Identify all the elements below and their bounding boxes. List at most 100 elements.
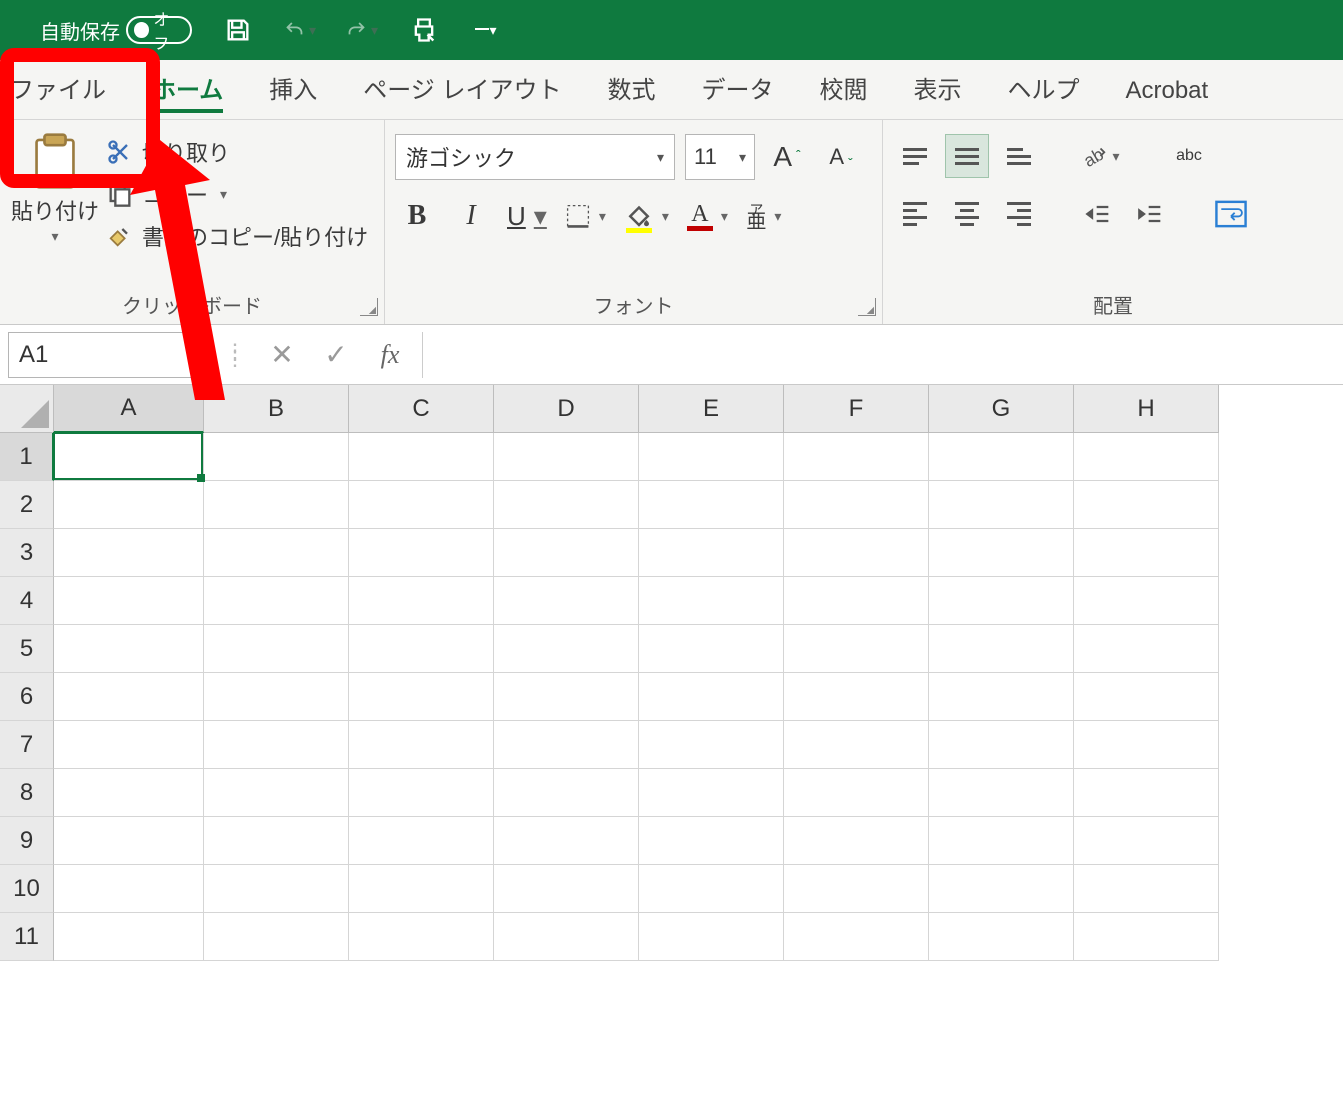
tab-view[interactable]: 表示	[909, 60, 965, 119]
cell-E11[interactable]	[639, 913, 784, 961]
cell-B8[interactable]	[204, 769, 349, 817]
cell-A4[interactable]	[54, 577, 204, 625]
find-replace-abc-button[interactable]: abc	[1167, 134, 1211, 178]
cell-C9[interactable]	[349, 817, 494, 865]
cell-E3[interactable]	[639, 529, 784, 577]
underline-dropdown-icon[interactable]: ▾	[534, 201, 547, 232]
cell-A9[interactable]	[54, 817, 204, 865]
redo-dropdown-icon[interactable]: ▾	[371, 22, 378, 39]
row-header-7[interactable]: 7	[0, 721, 54, 769]
grow-font-button[interactable]: Aˆ	[765, 135, 809, 179]
name-box[interactable]: A1 ▾	[8, 332, 208, 378]
cell-B3[interactable]	[204, 529, 349, 577]
cell-H11[interactable]	[1074, 913, 1219, 961]
tab-data[interactable]: データ	[697, 60, 777, 119]
cell-C10[interactable]	[349, 865, 494, 913]
row-header-1[interactable]: 1	[0, 433, 54, 481]
cell-B5[interactable]	[204, 625, 349, 673]
bold-button[interactable]: B	[395, 194, 439, 238]
font-name-dropdown-icon[interactable]: ▾	[657, 149, 664, 166]
cell-D5[interactable]	[494, 625, 639, 673]
cell-E8[interactable]	[639, 769, 784, 817]
cell-F7[interactable]	[784, 721, 929, 769]
cell-C3[interactable]	[349, 529, 494, 577]
tab-home[interactable]: ホーム	[148, 60, 227, 119]
font-size-dropdown-icon[interactable]: ▾	[739, 149, 746, 166]
row-header-2[interactable]: 2	[0, 481, 54, 529]
cell-C1[interactable]	[349, 433, 494, 481]
cell-D3[interactable]	[494, 529, 639, 577]
tab-help[interactable]: ヘルプ	[1003, 60, 1083, 119]
cell-G9[interactable]	[929, 817, 1074, 865]
row-header-4[interactable]: 4	[0, 577, 54, 625]
save-button[interactable]	[222, 14, 254, 46]
fill-color-button[interactable]: ▾	[620, 194, 673, 238]
print-preview-button[interactable]	[408, 14, 440, 46]
cell-E4[interactable]	[639, 577, 784, 625]
cell-B4[interactable]	[204, 577, 349, 625]
autosave-toggle[interactable]: オフ	[126, 16, 192, 44]
tab-formulas[interactable]: 数式	[603, 60, 659, 119]
cell-B6[interactable]	[204, 673, 349, 721]
cell-B1[interactable]	[204, 433, 349, 481]
cell-B2[interactable]	[204, 481, 349, 529]
cell-A1[interactable]	[54, 433, 204, 481]
cut-button[interactable]: 切り取り	[106, 136, 368, 168]
paste-dropdown-icon[interactable]: ▾	[51, 228, 58, 245]
cell-A11[interactable]	[54, 913, 204, 961]
formula-input[interactable]	[422, 332, 1343, 378]
cell-F3[interactable]	[784, 529, 929, 577]
row-header-3[interactable]: 3	[0, 529, 54, 577]
shrink-font-button[interactable]: Aˆ	[819, 135, 863, 179]
cell-C7[interactable]	[349, 721, 494, 769]
cell-E9[interactable]	[639, 817, 784, 865]
cell-G6[interactable]	[929, 673, 1074, 721]
tab-review[interactable]: 校閲	[815, 60, 871, 119]
cell-H9[interactable]	[1074, 817, 1219, 865]
align-bottom-button[interactable]	[997, 134, 1041, 178]
customize-qat-button[interactable]: ▾	[470, 14, 502, 46]
cell-E5[interactable]	[639, 625, 784, 673]
row-header-9[interactable]: 9	[0, 817, 54, 865]
paste-label[interactable]: 貼り付け	[11, 194, 99, 226]
cell-F2[interactable]	[784, 481, 929, 529]
redo-button[interactable]: ▾	[346, 14, 378, 46]
fill-color-dropdown-icon[interactable]: ▾	[662, 208, 669, 225]
cell-H6[interactable]	[1074, 673, 1219, 721]
column-header-D[interactable]: D	[494, 385, 639, 433]
align-left-button[interactable]	[893, 192, 937, 236]
cell-H5[interactable]	[1074, 625, 1219, 673]
cell-E7[interactable]	[639, 721, 784, 769]
wrap-text-button[interactable]	[1209, 192, 1253, 236]
cell-G7[interactable]	[929, 721, 1074, 769]
cell-F11[interactable]	[784, 913, 929, 961]
row-header-11[interactable]: 11	[0, 913, 54, 961]
cell-E1[interactable]	[639, 433, 784, 481]
cell-B9[interactable]	[204, 817, 349, 865]
row-header-10[interactable]: 10	[0, 865, 54, 913]
cell-H7[interactable]	[1074, 721, 1219, 769]
cell-G11[interactable]	[929, 913, 1074, 961]
font-size-combobox[interactable]: 11 ▾	[685, 134, 755, 180]
format-painter-button[interactable]: 書式のコピー/貼り付け	[106, 220, 368, 252]
column-header-F[interactable]: F	[784, 385, 929, 433]
increase-indent-button[interactable]	[1129, 192, 1173, 236]
font-color-button[interactable]: A ▾	[683, 194, 732, 238]
copy-dropdown-icon[interactable]: ▾	[220, 186, 227, 203]
row-header-5[interactable]: 5	[0, 625, 54, 673]
cell-G3[interactable]	[929, 529, 1074, 577]
cell-H10[interactable]	[1074, 865, 1219, 913]
formula-cancel-button[interactable]: ✕	[260, 333, 304, 377]
cell-G4[interactable]	[929, 577, 1074, 625]
cell-G5[interactable]	[929, 625, 1074, 673]
cell-C5[interactable]	[349, 625, 494, 673]
borders-button[interactable]: ▾	[561, 194, 610, 238]
cell-G2[interactable]	[929, 481, 1074, 529]
phonetic-dropdown-icon[interactable]: ▾	[774, 208, 781, 225]
cell-E2[interactable]	[639, 481, 784, 529]
cell-H4[interactable]	[1074, 577, 1219, 625]
column-header-A[interactable]: A	[54, 385, 204, 433]
tab-page-layout[interactable]: ページ レイアウト	[359, 60, 565, 119]
font-name-combobox[interactable]: 游ゴシック ▾	[395, 134, 675, 180]
cell-H3[interactable]	[1074, 529, 1219, 577]
